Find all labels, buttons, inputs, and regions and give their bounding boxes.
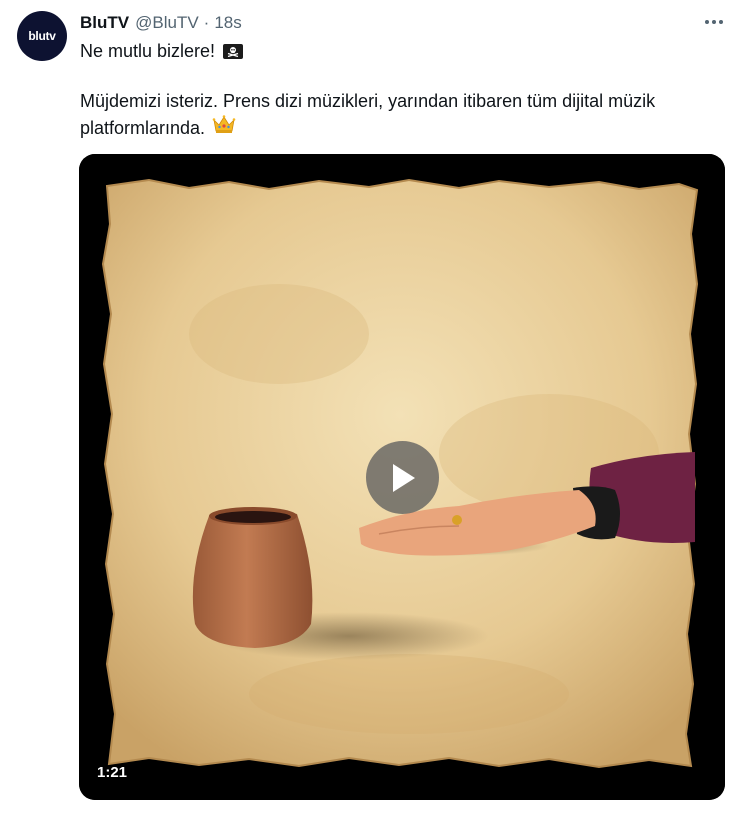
separator-dot: · [203,13,210,32]
play-button[interactable] [366,441,439,514]
tweet-text: platformlarında. [80,117,206,138]
play-icon [392,463,415,492]
crown-icon [212,114,236,141]
user-handle[interactable]: @BluTV [135,13,199,33]
display-name[interactable]: BluTV [80,13,129,33]
avatar[interactable]: blutv [17,11,67,61]
tweet-text-line3: platformlarında. [80,114,720,141]
tweet-text: Ne mutlu bizlere! [80,41,216,61]
more-icon[interactable] [700,10,728,34]
tweet-text-line2: Müjdemizi isteriz. Prens dizi müzikleri,… [80,91,656,111]
tweet: blutv BluTV @BluTV · 18s Ne mutlu bizler… [0,0,746,815]
avatar-logo-text: blutv [28,29,56,43]
cup [192,507,313,648]
timestamp[interactable]: 18s [214,13,241,33]
tweet-header: BluTV @BluTV · 18s [80,12,242,34]
pirate-flag-icon [223,43,244,59]
video-duration: 1:21 [97,764,128,781]
tweet-text-line1: Ne mutlu bizlere! [80,38,720,64]
